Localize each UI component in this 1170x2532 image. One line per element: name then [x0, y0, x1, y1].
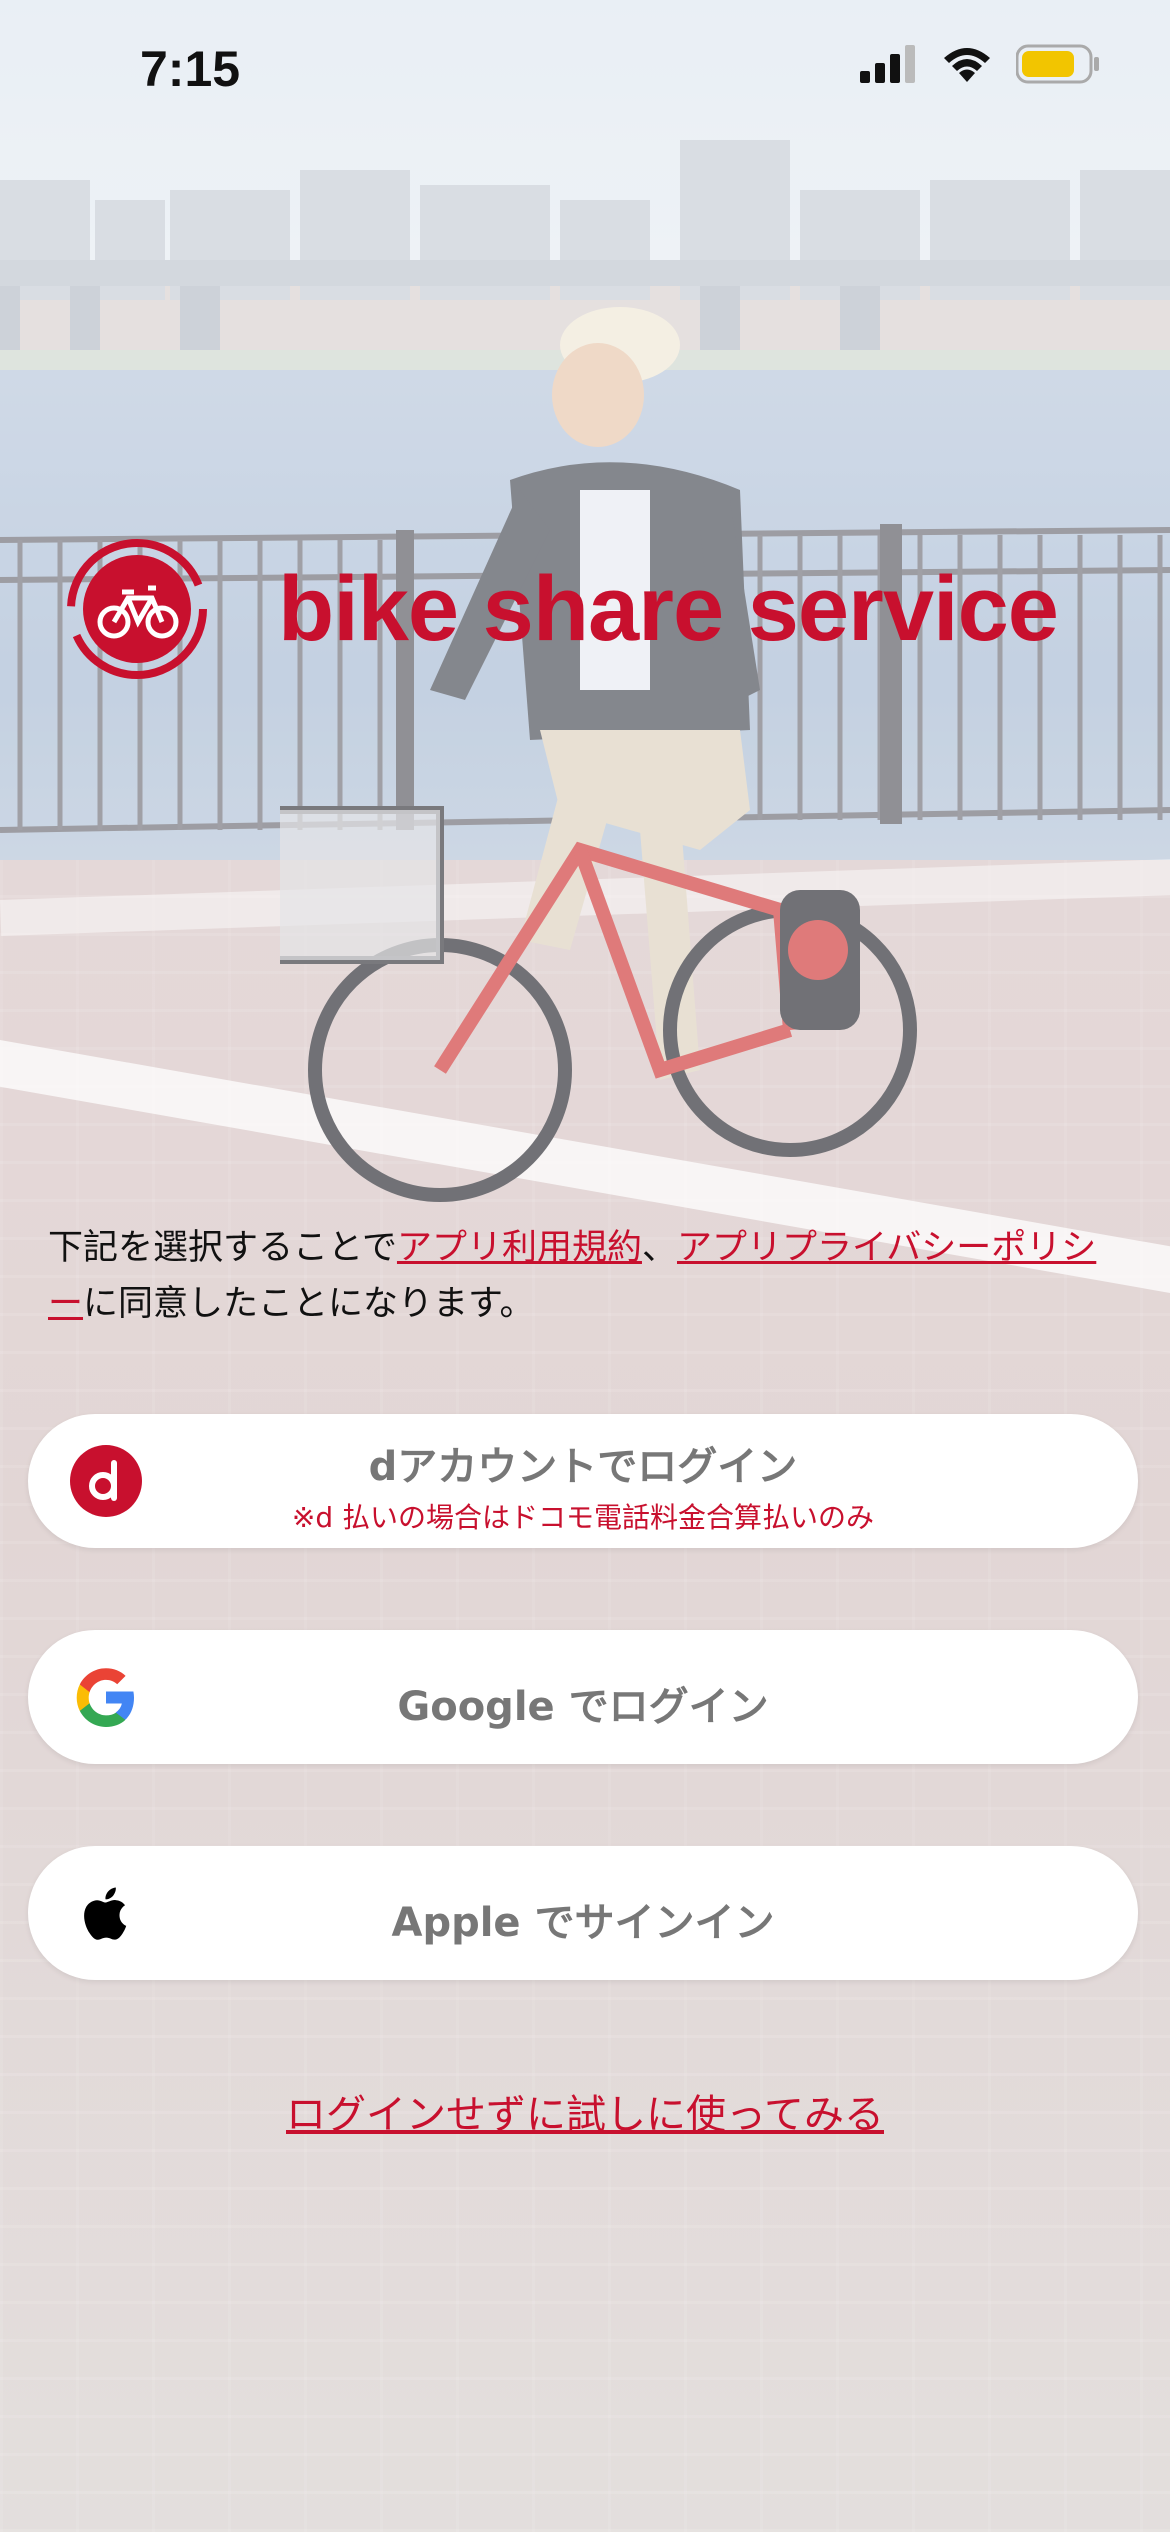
apple-signin-button[interactable]: Apple でサインイン: [28, 1846, 1138, 1980]
bike-logo-icon: [67, 539, 207, 679]
d-account-login-label: dアカウントでログイン: [368, 1444, 798, 1490]
terms-notice: 下記を選択することでアプリ利用規約、アプリプライバシーポリシーに同意したことにな…: [48, 1220, 1128, 1332]
status-icons: [860, 44, 1100, 84]
d-account-login-button[interactable]: dアカウントでログイン ※d 払いの場合はドコモ電話料金合算払いのみ: [28, 1414, 1138, 1548]
terms-prefix: 下記を選択することで: [48, 1228, 397, 1268]
google-login-button[interactable]: Google でログイン: [28, 1630, 1138, 1764]
terms-separator: 、: [641, 1228, 677, 1268]
battery-icon: [1016, 44, 1099, 84]
status-time: 7:15: [140, 41, 241, 97]
terms-suffix: に同意したことになります。: [83, 1284, 535, 1324]
d-payment-note: ※d 払いの場合はドコモ電話料金合算払いのみ: [291, 1501, 875, 1534]
brand-name: bike share service: [278, 557, 1059, 660]
brand-logo: bike share service: [66, 538, 1059, 680]
try-without-login-link[interactable]: ログインせずに試しに使ってみる: [0, 2082, 1170, 2140]
terms-of-use-link[interactable]: アプリ利用規約: [397, 1228, 642, 1268]
cellular-signal-icon: [860, 45, 915, 83]
apple-signin-label: Apple でサインイン: [391, 1900, 775, 1946]
google-login-label: Google でログイン: [397, 1684, 769, 1730]
wifi-icon: [944, 48, 990, 82]
